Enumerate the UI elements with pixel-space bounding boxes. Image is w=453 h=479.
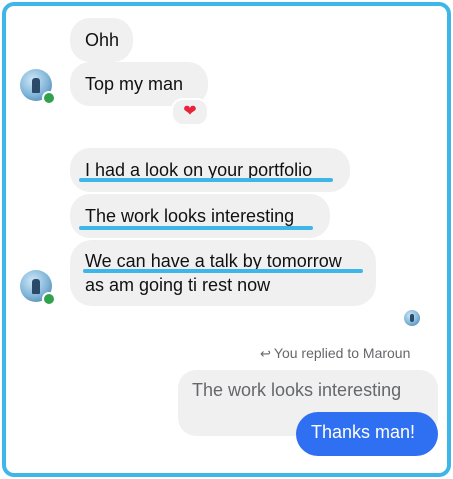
- reaction-badge[interactable]: ❤: [171, 98, 209, 126]
- reply-arrow-icon: ↩: [260, 346, 271, 361]
- highlight-underline: [79, 226, 313, 230]
- message-text: Top my man: [85, 74, 184, 94]
- quoted-message-text: The work looks interesting: [192, 380, 402, 400]
- reply-context: ↩ You replied to Maroun: [260, 345, 410, 362]
- highlight-underline: [79, 178, 333, 182]
- message-bubble[interactable]: Ohh: [70, 18, 133, 62]
- message-text: Thanks man!: [311, 422, 416, 442]
- message-bubble[interactable]: I had a look on your portfolio: [70, 148, 350, 192]
- message-bubble[interactable]: The work looks interesting: [70, 194, 330, 238]
- seen-receipt-avatar: [404, 310, 420, 326]
- chat-thread: Ohh Top my man ❤ I had a look on your po…: [2, 2, 451, 477]
- message-text-line2: as am going ti rest now: [85, 275, 271, 295]
- avatar-figure: [32, 279, 40, 294]
- sent-message-bubble[interactable]: Thanks man!: [296, 412, 438, 456]
- message-bubble[interactable]: We can have a talk by tomorrow as am goi…: [70, 240, 376, 306]
- online-status-dot: [42, 91, 56, 105]
- message-text: Ohh: [85, 30, 120, 50]
- highlight-underline: [83, 269, 363, 273]
- message-text: I had a look on your portfolio: [85, 160, 313, 180]
- message-text: The work looks interesting: [85, 206, 295, 226]
- avatar-figure: [410, 314, 414, 322]
- heart-icon: ❤: [183, 103, 197, 120]
- avatar-figure: [32, 78, 40, 93]
- reply-context-label: You replied to Maroun: [273, 345, 411, 361]
- online-status-dot: [42, 292, 56, 306]
